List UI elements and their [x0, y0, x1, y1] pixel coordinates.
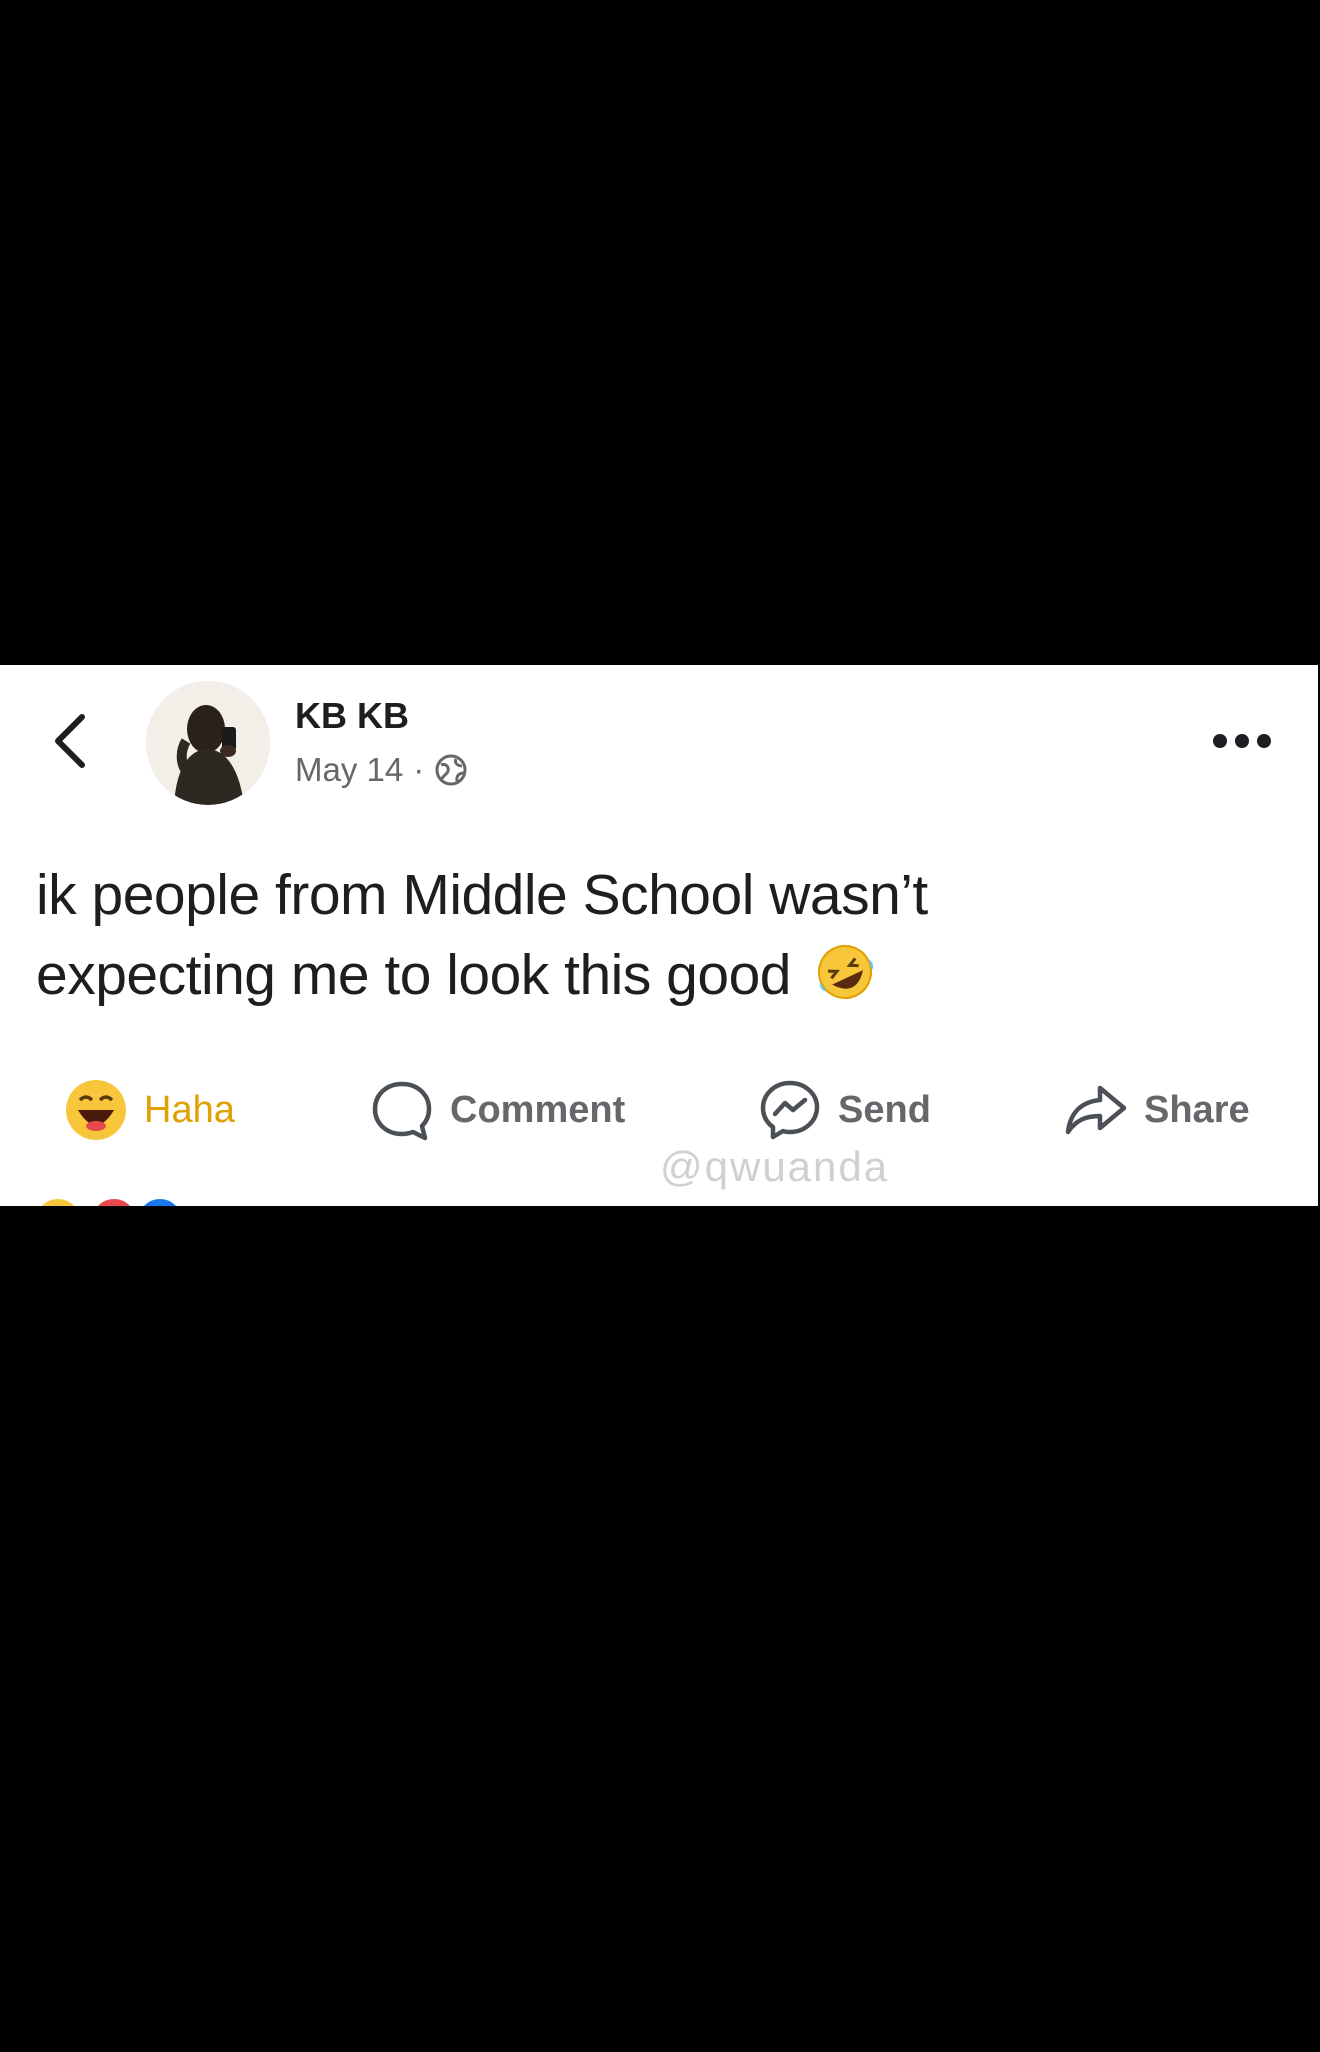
- post-meta: May 14 ·: [295, 751, 468, 789]
- comment-icon: [372, 1081, 432, 1141]
- post-card: KB KB May 14 · ik people from Middle Sch…: [0, 665, 1318, 1206]
- share-button[interactable]: Share: [1064, 1065, 1250, 1155]
- watermark: @qwuanda: [660, 1143, 890, 1190]
- more-options-icon[interactable]: [1212, 731, 1272, 751]
- post-text: ik people from Middle School wasn’t expe…: [36, 855, 1076, 1015]
- reaction-summary-strip: [41, 1199, 177, 1206]
- share-label: Share: [1144, 1088, 1250, 1131]
- action-bar: Haha Comment Send Share: [0, 1065, 1318, 1155]
- avatar[interactable]: [146, 681, 270, 805]
- haha-reaction-button[interactable]: Haha: [64, 1065, 235, 1155]
- post-text-body: ik people from Middle School wasn’t expe…: [36, 863, 928, 1007]
- send-button[interactable]: Send: [758, 1065, 931, 1155]
- love-mini-icon: [97, 1199, 131, 1206]
- author-name[interactable]: KB KB: [295, 695, 409, 737]
- haha-emoji-icon: [66, 1080, 126, 1140]
- comment-button[interactable]: Comment: [370, 1065, 625, 1155]
- messenger-icon: [760, 1080, 820, 1140]
- haha-label: Haha: [144, 1088, 235, 1131]
- meta-separator: ·: [413, 751, 425, 788]
- globe-icon: [435, 754, 467, 786]
- post-date[interactable]: May 14: [295, 751, 403, 789]
- rolling-laughing-emoji-icon: [818, 945, 874, 999]
- back-arrow-icon[interactable]: [48, 709, 96, 773]
- profile-photo: [146, 681, 270, 805]
- haha-mini-icon: [41, 1199, 75, 1206]
- comment-label: Comment: [450, 1088, 626, 1131]
- like-mini-icon: [143, 1199, 177, 1206]
- send-label: Send: [838, 1088, 931, 1131]
- share-arrow-icon: [1065, 1085, 1127, 1135]
